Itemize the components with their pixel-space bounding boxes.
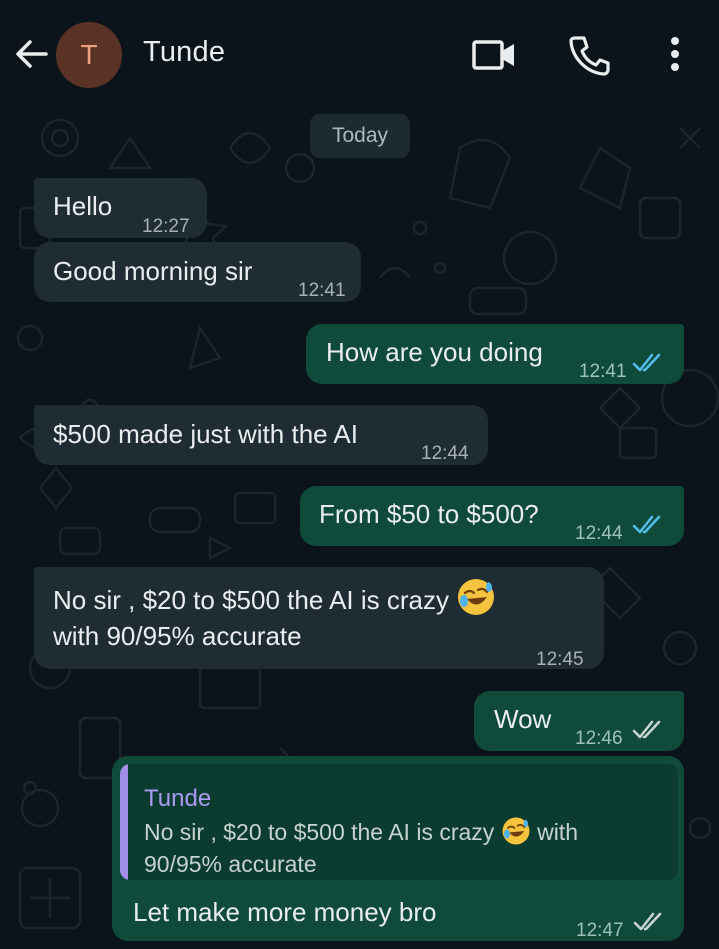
message-time: 12:44 [421,443,469,464]
message-bubble-outgoing-reply[interactable]: Tunde No sir , $20 to $500 the AI is cra… [112,756,684,941]
message-text: Hello [53,191,113,221]
message-bubble-outgoing[interactable]: Wow 12:46 [474,691,684,751]
message-text: Let make more money bro [133,897,437,927]
quoted-text-line-2: 90/95% accurate [144,851,317,877]
message-bubble-incoming[interactable]: Good morning sir 12:41 [34,242,361,302]
quoted-author: Tunde [144,785,212,812]
message-bubble-outgoing[interactable]: How are you doing 12:41 [306,324,684,384]
message-text: From $50 to $500? [319,499,539,529]
message-text: No sir , $20 to $500 the AI is crazy [53,585,449,615]
message-time: 12:45 [536,649,584,670]
message-text: Wow [494,704,552,734]
message-bubble-incoming[interactable]: $500 made just with the AI 12:44 [34,405,488,465]
message-time: 12:47 [576,920,624,941]
message-time: 12:44 [575,523,623,544]
video-camera-icon[interactable] [470,32,516,78]
date-chip: Today [310,114,410,158]
message-bubble-incoming[interactable]: No sir , $20 to $500 the AI is crazy wit… [34,567,604,670]
quote-accent-bar [120,764,128,880]
double-check-read-icon [632,515,661,534]
message-time: 12:46 [575,728,623,749]
double-check-read-icon [632,353,661,372]
message-text: $500 made just with the AI [53,419,358,449]
quoted-text: No sir , $20 to $500 the AI is crazy wit… [144,816,664,880]
chat-screen: T Tunde Today Hello 12:27 Good morning s… [0,0,719,949]
message-text-line-1: No sir , $20 to $500 the AI is crazy [53,577,496,619]
quoted-text-line-1: No sir , $20 to $500 the AI is crazy [144,819,495,845]
double-check-delivered-icon [633,912,662,931]
quoted-message[interactable]: Tunde No sir , $20 to $500 the AI is cra… [120,764,678,880]
message-time: 12:41 [579,361,627,382]
message-text-line-2: with 90/95% accurate [53,621,302,651]
more-vertical-icon[interactable] [652,32,698,78]
message-time: 12:41 [298,280,346,301]
message-bubble-outgoing[interactable]: From $50 to $500? 12:44 [300,486,684,546]
double-check-delivered-icon [632,720,661,739]
message-time: 12:27 [142,216,190,237]
back-arrow-icon[interactable] [12,34,52,74]
phone-icon[interactable] [566,32,612,78]
rolling-on-floor-laughing-icon [502,817,530,845]
quoted-text-line-1-end: with [537,819,578,845]
chat-header: T Tunde [0,0,719,108]
message-text: How are you doing [326,337,543,367]
contact-name[interactable]: Tunde [143,36,225,69]
avatar[interactable]: T [56,22,122,88]
avatar-initial: T [80,39,98,70]
message-list[interactable]: Today Hello 12:27 Good morning sir 12:41… [0,108,719,949]
message-bubble-incoming[interactable]: Hello 12:27 [34,178,207,238]
message-text: Good morning sir [53,256,253,286]
rolling-on-floor-laughing-icon [458,579,495,615]
